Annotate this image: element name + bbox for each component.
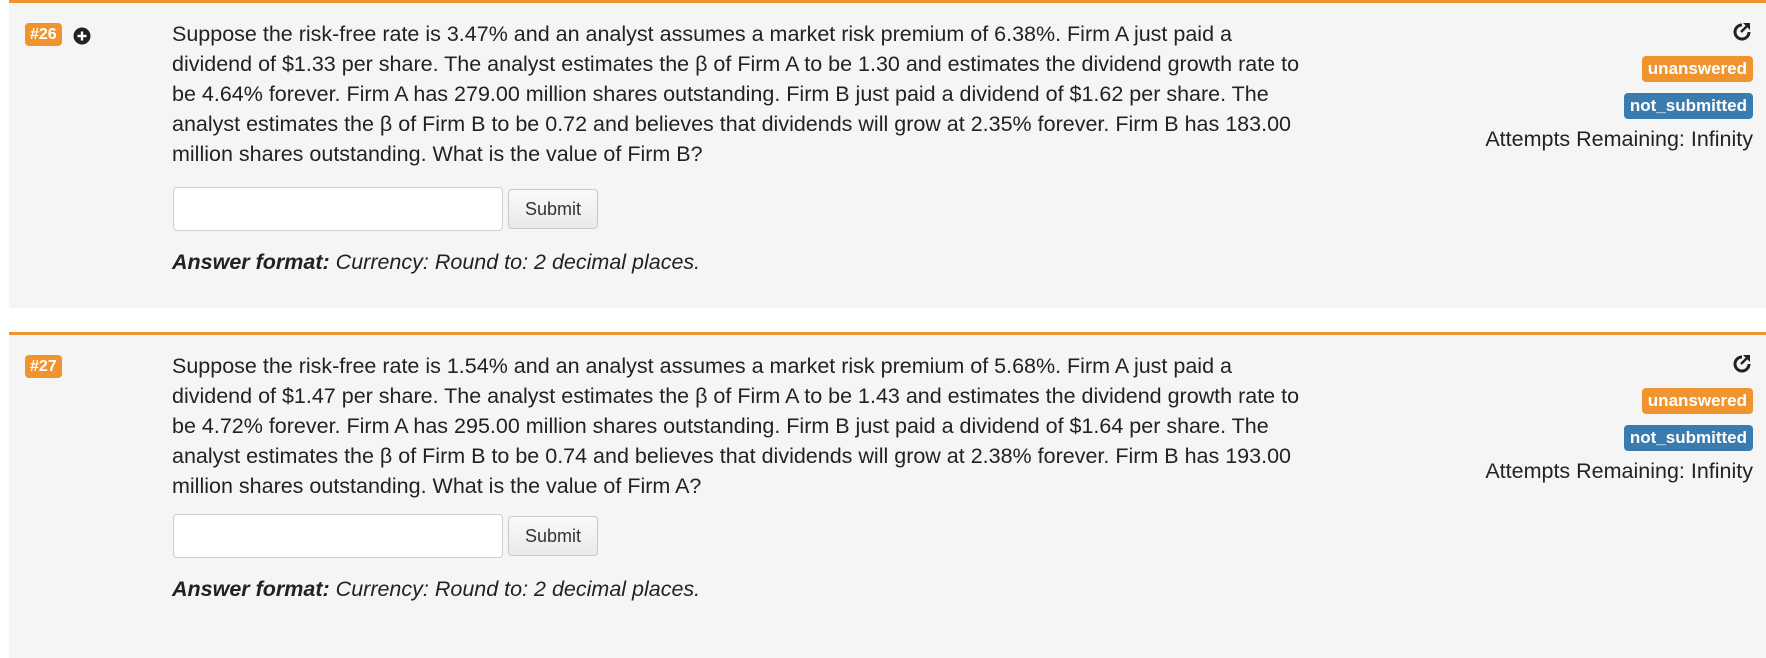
submission-badge: not_submitted [1623, 425, 1753, 451]
problem-number-badge: #27 [25, 355, 62, 378]
problem-panel-27: #27 Suppose the risk-free rate is 1.54% … [9, 332, 1766, 658]
status-column: unanswered not_submitted Attempts Remain… [1485, 353, 1753, 484]
plus-circle-icon[interactable] [72, 26, 92, 46]
submission-badge: not_submitted [1623, 93, 1753, 119]
answer-format-label: Answer format: [172, 250, 330, 274]
submit-button[interactable]: Submit [508, 516, 598, 556]
answer-format-text: Currency: Round to: 2 decimal places. [329, 577, 701, 601]
status-column: unanswered not_submitted Attempts Remain… [1485, 21, 1753, 152]
answer-input[interactable] [173, 187, 503, 231]
answer-input[interactable] [173, 514, 503, 558]
status-badge: unanswered [1641, 56, 1753, 82]
submit-button[interactable]: Submit [508, 189, 598, 229]
question-text: Suppose the risk-free rate is 1.54% and … [172, 354, 1300, 498]
problem-number-badge: #26 [25, 23, 62, 46]
answer-format: Answer format: Currency: Round to: 2 dec… [172, 250, 700, 275]
question-text: Suppose the risk-free rate is 3.47% and … [172, 22, 1300, 166]
external-refresh-icon[interactable] [1731, 353, 1753, 375]
answer-format: Answer format: Currency: Round to: 2 dec… [172, 577, 700, 602]
answer-format-text: Currency: Round to: 2 decimal places. [329, 250, 701, 274]
external-refresh-icon[interactable] [1731, 21, 1753, 43]
problem-panel-26: #26 Suppose the risk-free rate is 3.47% … [9, 0, 1766, 308]
attempts-remaining: Attempts Remaining: Infinity [1485, 127, 1753, 151]
status-badge: unanswered [1641, 388, 1753, 414]
answer-format-label: Answer format: [172, 577, 330, 601]
attempts-remaining: Attempts Remaining: Infinity [1485, 459, 1753, 483]
